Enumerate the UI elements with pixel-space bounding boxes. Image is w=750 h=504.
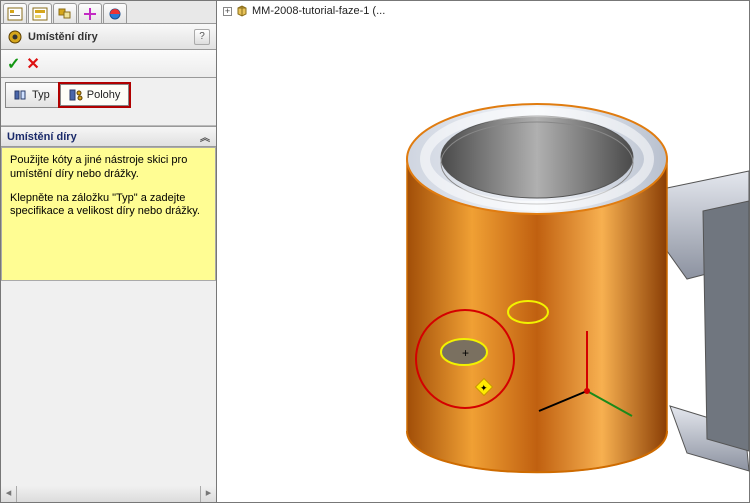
section-header[interactable]: Umístění díry ︽ bbox=[1, 126, 216, 147]
tab-polohy-label: Polohy bbox=[87, 89, 121, 101]
hole-wizard-icon bbox=[7, 29, 23, 45]
ok-button[interactable]: ✓ bbox=[7, 54, 20, 74]
collapse-icon: ︽ bbox=[200, 129, 210, 144]
property-panel: Umístění díry ? ✓ ✕ Typ Polohy Umístění … bbox=[0, 0, 217, 503]
tab-property-manager-icon[interactable] bbox=[28, 3, 52, 23]
graphics-area[interactable]: + MM-2008-tutorial-faze-1 (... bbox=[217, 0, 750, 503]
help-button[interactable]: ? bbox=[194, 29, 210, 45]
sub-tab-strip: Typ Polohy bbox=[1, 78, 216, 108]
action-bar: ✓ ✕ bbox=[1, 50, 216, 78]
polohy-highlight-frame: Polohy bbox=[58, 82, 132, 108]
hint-text-2: Klepněte na záložku "Typ" a zadejte spec… bbox=[10, 192, 207, 220]
svg-text:+: + bbox=[462, 346, 469, 360]
hint-text-1: Použijte kóty a jiné nástroje skici pro … bbox=[10, 154, 207, 182]
tab-display-manager-icon[interactable] bbox=[103, 3, 127, 23]
svg-text:✦: ✦ bbox=[480, 383, 488, 393]
tab-feature-manager-icon[interactable] bbox=[3, 3, 27, 23]
typ-icon bbox=[14, 88, 28, 102]
scroll-left-button[interactable]: ◂ bbox=[1, 486, 17, 502]
hint-box: Použijte kóty a jiné nástroje skici pro … bbox=[1, 147, 216, 281]
tab-polohy[interactable]: Polohy bbox=[60, 84, 130, 106]
tab-typ[interactable]: Typ bbox=[5, 82, 59, 108]
polohy-icon bbox=[69, 88, 83, 102]
model-view[interactable]: + ✦ bbox=[217, 1, 750, 504]
panel-title: Umístění díry bbox=[28, 31, 194, 43]
tab-dimxpert-icon[interactable] bbox=[78, 3, 102, 23]
panel-title-bar: Umístění díry ? bbox=[1, 24, 216, 50]
section-header-label: Umístění díry bbox=[7, 131, 77, 143]
tab-configuration-manager-icon[interactable] bbox=[53, 3, 77, 23]
tab-typ-label: Typ bbox=[32, 89, 50, 101]
cancel-button[interactable]: ✕ bbox=[26, 54, 39, 74]
panel-tab-strip bbox=[1, 1, 216, 24]
scroll-right-button[interactable]: ▸ bbox=[200, 486, 216, 502]
